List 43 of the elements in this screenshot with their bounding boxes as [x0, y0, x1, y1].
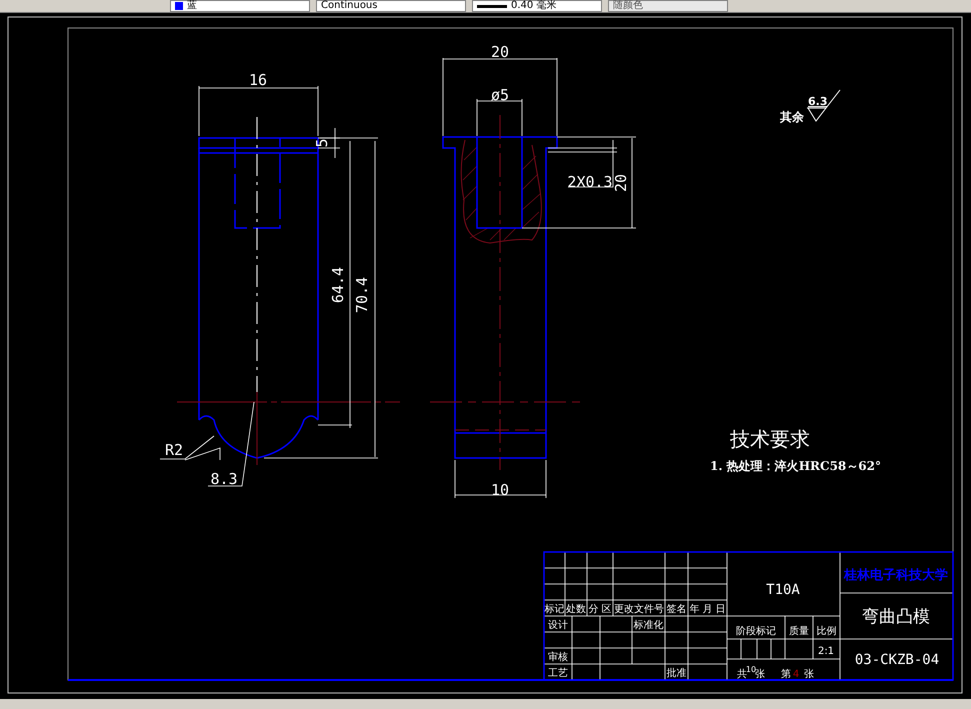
requirements-title: 技术要求	[730, 427, 810, 451]
part-name: 弯曲凸模	[862, 607, 930, 627]
sheet-count-text: 共	[737, 669, 747, 680]
sheet-count-text: 4	[792, 669, 800, 680]
title-block-label: 阶段标记	[736, 626, 776, 637]
dimension-text: 5	[313, 138, 331, 148]
sheet-count-text: 第	[781, 669, 791, 680]
title-block-label: 质量	[789, 626, 809, 637]
roughness-note: 其余	[780, 110, 804, 124]
scale-value: 2:1	[818, 646, 834, 657]
title-block-label: 审核	[548, 652, 568, 663]
sheet-count-text: 张	[755, 669, 765, 680]
dimension-text: ø5	[490, 86, 510, 104]
dimension-text: 64.4	[329, 266, 347, 304]
sheet-count-text: 张	[804, 669, 814, 680]
roughness-value: 6.3	[808, 95, 828, 108]
dimension-text: 8.3	[210, 470, 238, 488]
dimension-text: 2X0.3	[567, 173, 613, 191]
title-block-label: 标准化	[634, 620, 664, 631]
dimension-text: 20	[490, 43, 510, 61]
title-block-label: 处数	[566, 604, 586, 615]
title-block-label: 分 区	[588, 604, 612, 615]
requirement-text: 1. 热处理：淬火HRC58～62°	[710, 459, 881, 473]
color-dropdown[interactable]: 蓝	[170, 0, 310, 12]
title-block-label: 比例	[816, 626, 836, 637]
dimension-text: 70.4	[353, 276, 371, 314]
sheet-count-text: 10	[746, 665, 756, 674]
title-block-label: 更改文件号	[614, 604, 664, 615]
title-block-label: 签名	[666, 604, 686, 615]
dimension-text: 10	[490, 481, 510, 499]
title-block-label: 设计	[548, 620, 568, 631]
roughness-symbol-icon	[806, 90, 840, 122]
dimension-text: 20	[612, 174, 630, 192]
title-block-label: 批准	[666, 668, 686, 679]
drawing-number: 03-CKZB-04	[854, 652, 940, 668]
title-block-label: 标记	[544, 604, 564, 615]
linetype-dropdown[interactable]: Continuous	[316, 0, 466, 12]
dimension-text: R2	[165, 441, 184, 459]
title-block-label: 年 月 日	[689, 604, 726, 615]
dimension-text: 16	[248, 71, 268, 89]
material-text: T10A	[766, 582, 800, 598]
school-name: 桂林电子科技大学	[844, 568, 948, 583]
title-block-label: 工艺	[548, 668, 568, 679]
